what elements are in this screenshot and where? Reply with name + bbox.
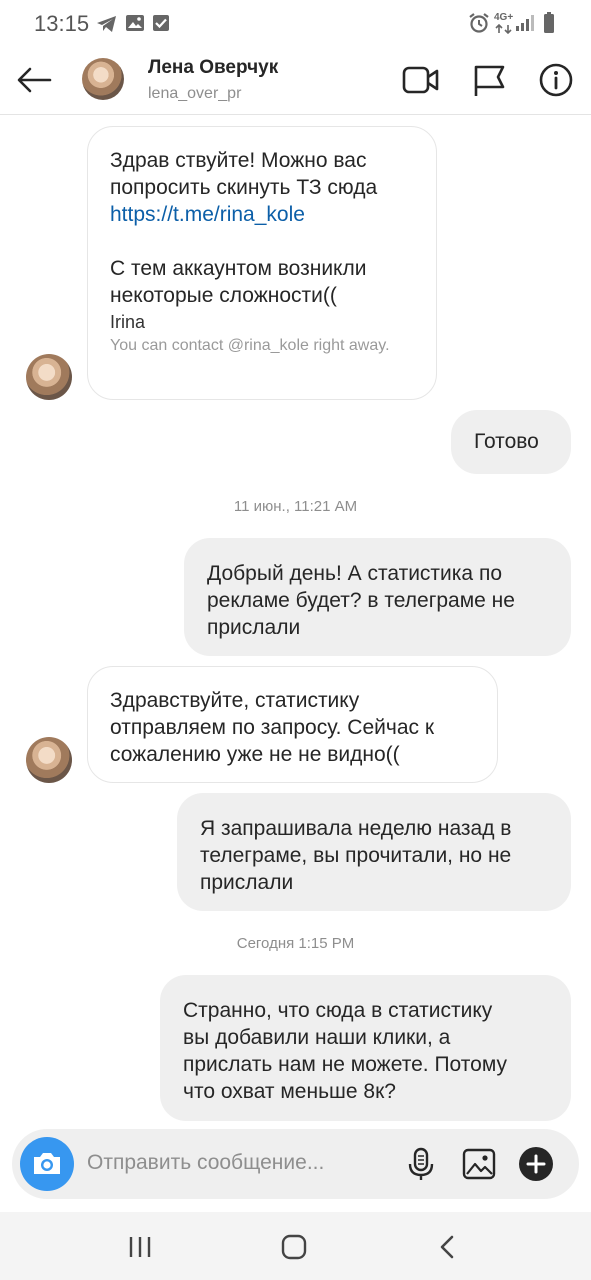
- camera-icon: [34, 1153, 60, 1174]
- network-label: 4G+: [494, 12, 514, 23]
- image-icon: [126, 15, 144, 31]
- message-line: Здравствуйте, статистику: [110, 689, 360, 712]
- outgoing-message[interactable]: Я запрашивала неделю назад в телеграме, …: [177, 793, 571, 911]
- flag-icon[interactable]: [472, 62, 508, 98]
- microphone-icon[interactable]: [403, 1146, 439, 1182]
- camera-button[interactable]: [20, 1137, 74, 1191]
- outgoing-message[interactable]: Добрый день! А статистика по рекламе буд…: [184, 538, 571, 656]
- message-line: С тем аккаунтом возникли: [110, 257, 367, 280]
- message-input[interactable]: Отправить сообщение...: [87, 1151, 324, 1175]
- incoming-message[interactable]: Здравствуйте, статистику отправляем по з…: [87, 666, 498, 783]
- back-arrow-icon[interactable]: [14, 60, 54, 100]
- message-line: что охват меньше 8к?: [183, 1080, 396, 1103]
- incoming-message[interactable]: Здрав ствуйте! Можно вас попросить скину…: [87, 126, 437, 400]
- gallery-icon[interactable]: [461, 1146, 497, 1182]
- outgoing-message[interactable]: Странно, что сюда в статистику вы добави…: [160, 975, 571, 1121]
- message-line: рекламе будет? в телеграме не: [207, 589, 515, 612]
- avatar[interactable]: [82, 58, 124, 100]
- message-line: прислали: [200, 871, 294, 894]
- network-icon: [495, 24, 512, 34]
- message-line: телеграме, вы прочитали, но не: [200, 844, 512, 867]
- avatar[interactable]: [26, 737, 72, 783]
- message-line: попросить скинуть ТЗ сюда: [110, 176, 378, 199]
- message-line: отправляем по запросу. Сейчас к: [110, 716, 435, 739]
- system-nav-bar: [0, 1212, 591, 1280]
- message-line: Здрав ствуйте! Можно вас: [110, 149, 367, 172]
- alarm-icon: [469, 13, 489, 33]
- message-line: Я запрашивала неделю назад в: [200, 817, 512, 840]
- message-composer: Отправить сообщение...: [12, 1129, 579, 1199]
- timestamp: Сегодня 1:15 PM: [236, 935, 355, 952]
- plus-icon[interactable]: [518, 1146, 554, 1182]
- status-time: 13:15: [34, 11, 90, 36]
- message-line: Готово: [474, 430, 539, 453]
- telegram-icon: [97, 16, 116, 32]
- message-line: Добрый день! А статистика по: [207, 562, 502, 585]
- info-icon[interactable]: [538, 62, 574, 98]
- battery-icon: [544, 12, 554, 33]
- status-bar: 13:15 4G+: [0, 0, 591, 46]
- timestamp: 11 июн., 11:21 AM: [233, 498, 358, 515]
- message-link[interactable]: https://t.me/rina_kole: [110, 201, 414, 228]
- chat-header: Лена Оверчук lena_over_pr: [0, 46, 591, 115]
- message-line: сожалению уже не не видно((: [110, 743, 400, 766]
- message-line: Странно, что сюда в статистику: [183, 999, 493, 1022]
- contact-name[interactable]: Лена Оверчук: [148, 57, 278, 79]
- message-signature: Irina: [110, 312, 146, 332]
- message-line: некоторые сложности((: [110, 284, 337, 307]
- message-signature-note: You can contact @rina_kole right away.: [110, 337, 390, 354]
- video-call-icon[interactable]: [402, 62, 440, 98]
- back-icon[interactable]: [433, 1232, 463, 1262]
- message-line: прислали: [207, 616, 301, 639]
- check-square-icon: [153, 15, 169, 31]
- signal-icon: [516, 15, 534, 31]
- message-line: прислать нам не можете. Потому: [183, 1053, 507, 1076]
- outgoing-message[interactable]: Готово: [451, 410, 571, 474]
- message-line: вы добавили наши клики, а: [183, 1026, 451, 1049]
- avatar[interactable]: [26, 354, 72, 400]
- recents-icon[interactable]: [125, 1232, 155, 1262]
- home-icon[interactable]: [279, 1232, 309, 1262]
- contact-username[interactable]: lena_over_pr: [148, 85, 241, 103]
